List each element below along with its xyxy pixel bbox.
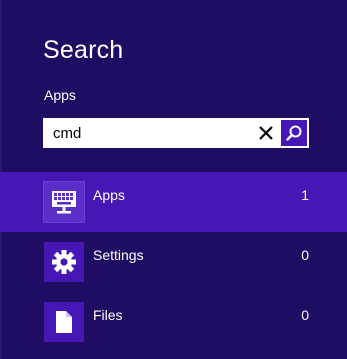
result-label: Settings — [93, 247, 144, 263]
result-row-apps[interactable]: Apps 1 — [0, 172, 347, 232]
result-count: 0 — [301, 307, 309, 323]
search-go-button[interactable] — [281, 120, 307, 146]
search-scope-label[interactable]: Apps — [44, 86, 76, 104]
page-title: Search — [43, 36, 124, 64]
result-label: Apps — [93, 187, 125, 203]
clear-search-button[interactable] — [251, 118, 281, 148]
document-icon — [56, 311, 72, 333]
result-tile — [44, 242, 84, 282]
result-tile — [44, 302, 84, 342]
search-icon — [286, 125, 302, 141]
result-label: Files — [93, 307, 123, 323]
close-icon — [259, 126, 273, 140]
search-box — [43, 118, 309, 148]
search-input[interactable] — [43, 118, 251, 148]
keyboard-monitor-icon — [52, 191, 76, 214]
result-row-settings[interactable]: Settings 0 — [0, 232, 347, 292]
result-count: 0 — [301, 247, 309, 263]
result-tile — [43, 181, 85, 223]
search-charm-pane: Search Apps cmd Apps 1 Settings 0 Files … — [0, 0, 347, 359]
result-row-files[interactable]: Files 0 — [0, 292, 347, 352]
result-count: 1 — [301, 187, 309, 203]
gear-icon — [52, 250, 76, 274]
